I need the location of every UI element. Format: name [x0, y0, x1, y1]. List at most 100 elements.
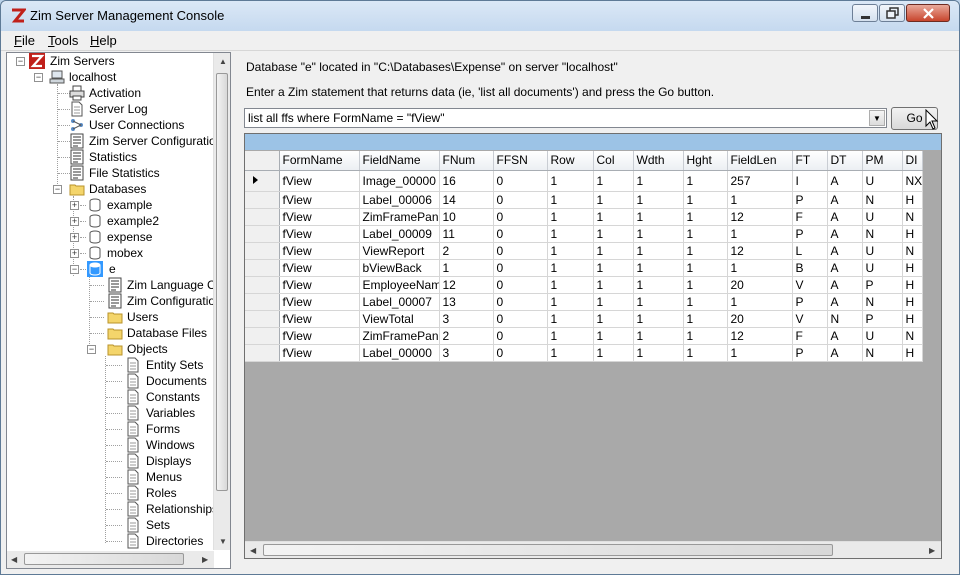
table-cell[interactable]: P [862, 276, 903, 294]
results-grid[interactable]: FormName FieldName FNum FFSN Row Col Wdth Hght F… [244, 133, 942, 559]
dropdown-arrow-icon[interactable]: ▼ [869, 110, 885, 126]
table-cell[interactable]: 1 [683, 170, 728, 192]
row-header[interactable] [245, 191, 280, 209]
table-cell[interactable]: fView [279, 259, 360, 277]
column-header[interactable]: FFSN [493, 151, 548, 171]
tree-root[interactable]: Zim Servers [7, 53, 212, 69]
table-cell[interactable]: Label_00007 [359, 293, 440, 311]
row-header[interactable] [245, 170, 280, 192]
table-cell[interactable]: 1 [593, 310, 634, 328]
tree-database[interactable]: e [7, 261, 212, 277]
table-cell[interactable]: 0 [493, 208, 548, 226]
table-cell[interactable]: H [902, 191, 923, 209]
table-cell[interactable]: 1 [683, 191, 728, 209]
table-cell[interactable]: 0 [493, 191, 548, 209]
column-header[interactable]: Col [593, 151, 634, 171]
table-cell[interactable]: 13 [439, 293, 494, 311]
table-cell[interactable]: 1 [593, 170, 634, 192]
row-header[interactable] [245, 208, 280, 226]
table-cell[interactable]: A [827, 293, 863, 311]
table-cell[interactable]: 1 [633, 310, 684, 328]
tree-server-item[interactable]: Statistics [7, 149, 212, 165]
table-cell[interactable]: A [827, 191, 863, 209]
tree-vertical-scrollbar[interactable]: ▲ ▼ [213, 53, 230, 550]
row-header[interactable] [245, 225, 280, 243]
row-header[interactable] [245, 276, 280, 294]
column-header[interactable]: PM [862, 151, 903, 171]
menu-file[interactable]: File [12, 33, 37, 48]
table-cell[interactable]: 1 [727, 225, 793, 243]
table-cell[interactable]: 0 [493, 276, 548, 294]
table-cell[interactable]: 1 [727, 259, 793, 277]
table-cell[interactable]: A [827, 259, 863, 277]
tree-object-item[interactable]: Sets [7, 517, 212, 533]
row-header[interactable] [245, 327, 280, 345]
table-row[interactable]: fView Image_00000 16 0 1 1 1 1 257 I A U NX [245, 170, 923, 192]
table-row[interactable]: fViewZimFramePanel2100111112FAUN [245, 208, 923, 226]
table-cell[interactable]: 1 [593, 259, 634, 277]
table-cell[interactable]: F [792, 208, 828, 226]
table-cell[interactable]: fView [279, 276, 360, 294]
table-row[interactable]: fView ViewReport 2 0 1 1 1 1 12 L A U N [245, 242, 923, 260]
tree-object-item[interactable]: Variables [7, 405, 212, 421]
close-button[interactable] [906, 4, 950, 22]
server-tree[interactable]: − Zim Servers − localhost Activation Server L… [6, 52, 231, 569]
table-cell[interactable]: N [862, 293, 903, 311]
column-header[interactable]: FT [792, 151, 828, 171]
table-cell[interactable]: 1 [547, 225, 594, 243]
tree-object-item[interactable]: Displays [7, 453, 212, 469]
table-cell[interactable]: 0 [493, 310, 548, 328]
column-header[interactable]: DT [827, 151, 863, 171]
table-cell[interactable]: 1 [683, 310, 728, 328]
table-cell[interactable]: fView [279, 208, 360, 226]
table-cell[interactable]: 3 [439, 344, 494, 362]
table-cell[interactable]: 1 [633, 344, 684, 362]
row-header[interactable] [245, 259, 280, 277]
row-header[interactable] [245, 310, 280, 328]
table-row[interactable]: fView ViewTotal 3 0 1 1 1 1 20 V N P H [245, 310, 923, 328]
table-row[interactable]: fViewEmployeeName120111120VAPH [245, 276, 923, 294]
table-cell[interactable]: Label_00006 [359, 191, 440, 209]
table-cell[interactable]: A [827, 170, 863, 192]
table-cell[interactable]: N [862, 225, 903, 243]
table-cell[interactable]: 1 [593, 293, 634, 311]
row-header[interactable] [245, 344, 280, 362]
column-header[interactable]: FormName [279, 151, 360, 171]
tree-databases[interactable]: Databases [7, 181, 212, 197]
tree-object-item[interactable]: Menus [7, 469, 212, 485]
table-cell[interactable]: P [792, 344, 828, 362]
table-cell[interactable]: N [827, 310, 863, 328]
table-cell[interactable]: 1 [547, 259, 594, 277]
table-cell[interactable]: 1 [683, 327, 728, 345]
table-row[interactable]: fViewZimFramePanel020111112FAUN [245, 327, 923, 345]
table-cell[interactable]: N [902, 242, 923, 260]
table-cell[interactable]: 0 [493, 170, 548, 192]
maximize-button[interactable] [879, 4, 905, 22]
tree-database-item[interactable]: Zim Language Cus [7, 277, 228, 293]
tree-database[interactable]: mobex [7, 245, 212, 261]
table-cell[interactable]: fView [279, 225, 360, 243]
table-cell[interactable]: 1 [439, 259, 494, 277]
tree-database[interactable]: example2 [7, 213, 212, 229]
scroll-left-icon[interactable]: ◀ [11, 555, 17, 564]
table-cell[interactable]: 1 [547, 276, 594, 294]
table-cell[interactable]: 2 [439, 242, 494, 260]
table-cell[interactable]: fView [279, 191, 360, 209]
grid-horizontal-scrollbar[interactable]: ◀ ▶ [245, 541, 941, 558]
tree-object-item[interactable]: Constants [7, 389, 212, 405]
table-cell[interactable]: 1 [633, 259, 684, 277]
table-cell[interactable]: ZimFramePanel2 [359, 208, 440, 226]
table-cell[interactable]: 1 [547, 293, 594, 311]
table-row[interactable]: fView bViewBack 1 0 1 1 1 1 1 B A U H [245, 259, 923, 277]
table-cell[interactable]: H [902, 225, 923, 243]
table-cell[interactable]: L [792, 242, 828, 260]
table-cell[interactable]: 10 [439, 208, 494, 226]
table-cell[interactable]: N [902, 327, 923, 345]
tree-object-item[interactable]: Windows [7, 437, 212, 453]
table-cell[interactable]: U [862, 327, 903, 345]
table-cell[interactable]: 1 [633, 293, 684, 311]
table-cell[interactable]: 0 [493, 344, 548, 362]
table-cell[interactable]: 1 [633, 170, 684, 192]
table-cell[interactable]: 1 [547, 242, 594, 260]
table-cell[interactable]: 1 [593, 344, 634, 362]
